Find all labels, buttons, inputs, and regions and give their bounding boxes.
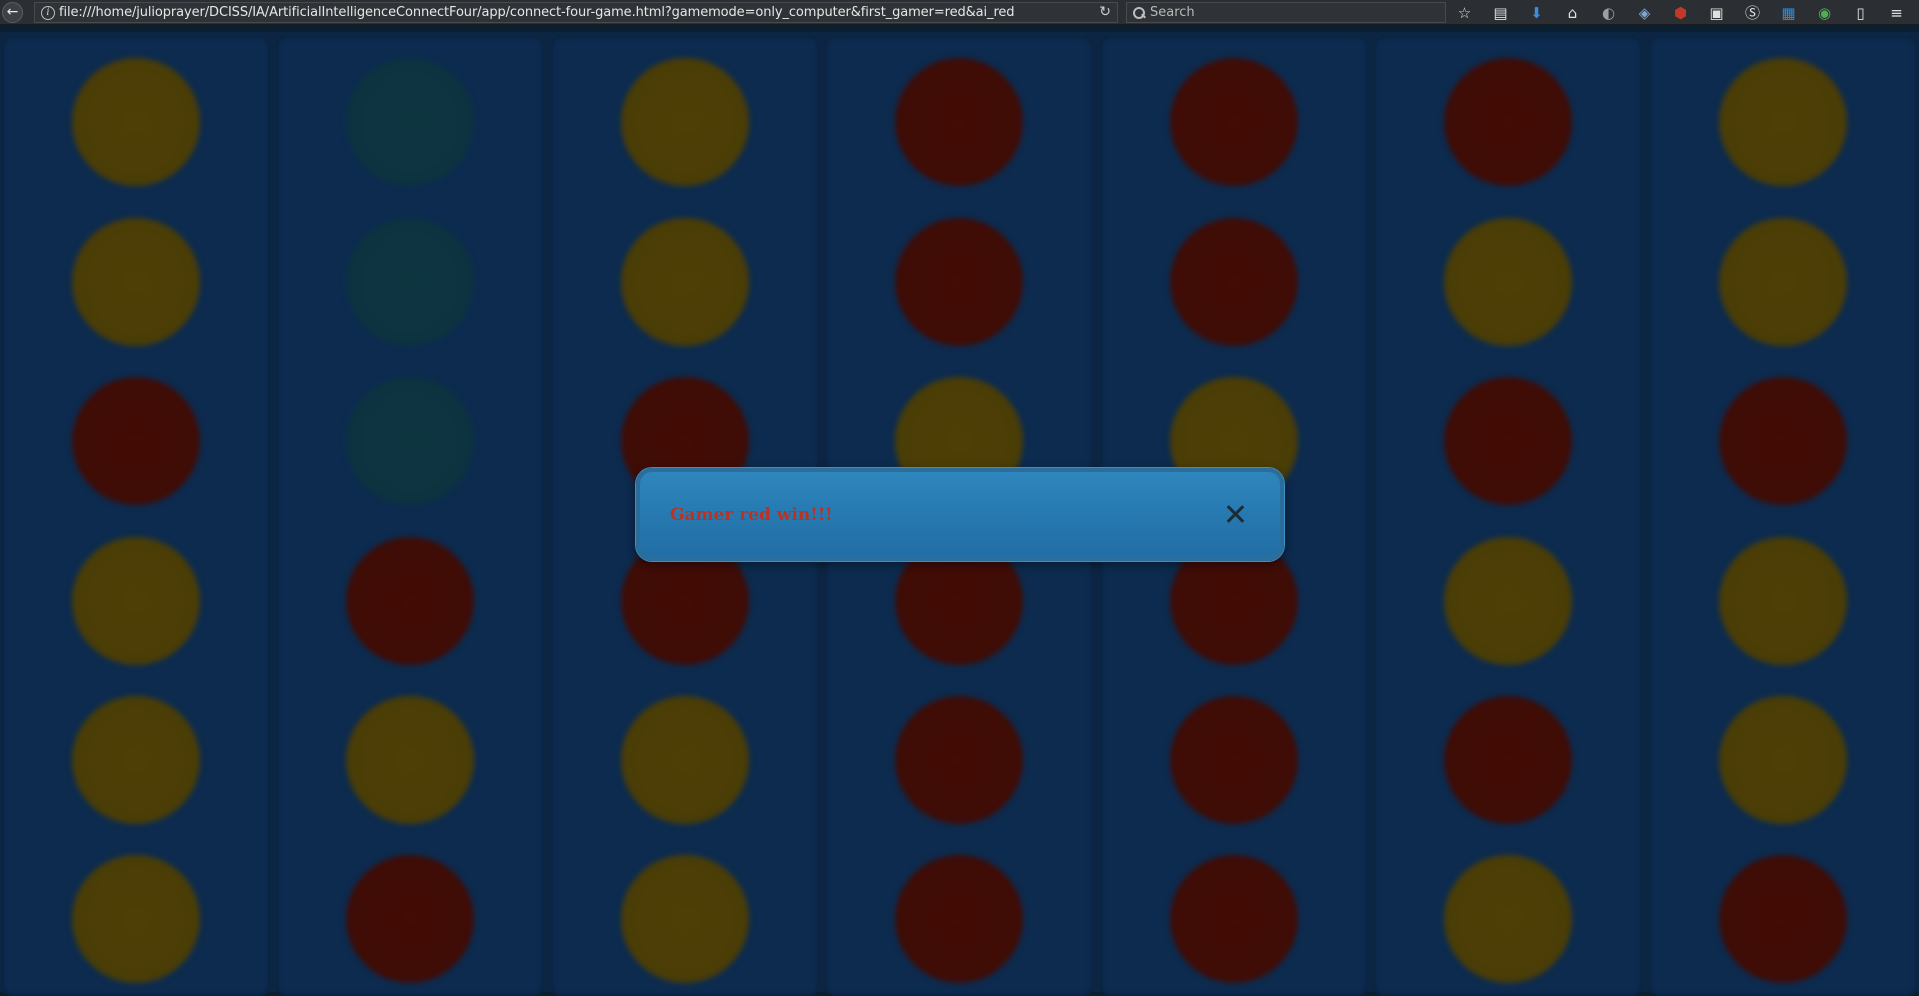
board-column[interactable]	[2, 36, 270, 996]
red-disc	[895, 218, 1023, 346]
empty-slot	[346, 58, 474, 186]
info-icon[interactable]: i	[41, 5, 55, 20]
download-icon[interactable]: ⬇	[1526, 2, 1547, 23]
red-disc	[1444, 696, 1572, 824]
red-disc	[1444, 58, 1572, 186]
search-icon	[1132, 6, 1146, 20]
yellow-disc	[1444, 218, 1572, 346]
red-disc	[346, 537, 474, 665]
red-disc	[895, 58, 1023, 186]
red-disc	[1170, 855, 1298, 983]
yellow-disc	[1719, 537, 1847, 665]
reload-icon[interactable]: ↻	[1099, 4, 1111, 20]
extension-icon[interactable]: ◐	[1598, 2, 1619, 23]
red-disc	[1444, 377, 1572, 505]
url-text[interactable]: file:///home/julioprayer/DCISS/IA/Artifi…	[59, 5, 1089, 20]
toolbar-icons: ☆ ▤ ⬇ ⌂ ◐ ◈ ⬢ ▣ Ⓢ ▦ ◉ ▯ ≡	[1454, 2, 1919, 23]
yellow-disc	[621, 218, 749, 346]
close-icon[interactable]	[1223, 502, 1247, 526]
board-column[interactable]	[1649, 36, 1917, 996]
yellow-disc	[1719, 58, 1847, 186]
ublock-icon[interactable]: ⬢	[1670, 2, 1691, 23]
yellow-disc	[621, 58, 749, 186]
menu-icon[interactable]: ≡	[1886, 2, 1907, 23]
red-disc	[1170, 696, 1298, 824]
yellow-disc	[72, 696, 200, 824]
empty-slot	[346, 377, 474, 505]
search-bar[interactable]	[1126, 2, 1446, 23]
reading-list-icon[interactable]: ▤	[1490, 2, 1511, 23]
yellow-disc	[1719, 218, 1847, 346]
win-dialog: Gamer red win!!!	[636, 468, 1284, 561]
yellow-disc	[72, 855, 200, 983]
yellow-disc	[346, 696, 474, 824]
red-disc	[895, 696, 1023, 824]
board-column[interactable]	[1374, 36, 1642, 996]
back-button[interactable]: ←	[0, 0, 25, 25]
browser-toolbar: ← i file:///home/julioprayer/DCISS/IA/Ar…	[0, 0, 1919, 25]
board-column[interactable]	[276, 36, 544, 996]
s-extension-icon[interactable]: ▦	[1778, 2, 1799, 23]
yellow-disc	[72, 218, 200, 346]
red-disc	[1170, 218, 1298, 346]
win-message: Gamer red win!!!	[670, 505, 833, 525]
red-disc	[1719, 855, 1847, 983]
red-disc	[72, 377, 200, 505]
empty-slot	[346, 218, 474, 346]
red-disc	[1170, 58, 1298, 186]
red-disc	[346, 855, 474, 983]
yellow-disc	[1444, 537, 1572, 665]
sync-icon[interactable]: ◉	[1814, 2, 1835, 23]
red-disc	[1719, 377, 1847, 505]
yellow-disc	[621, 855, 749, 983]
search-input[interactable]	[1150, 5, 1440, 20]
page-icon[interactable]: ▯	[1850, 2, 1871, 23]
star-icon[interactable]: ☆	[1454, 2, 1475, 23]
yellow-disc	[72, 537, 200, 665]
s-extension-icon[interactable]: Ⓢ	[1742, 2, 1763, 23]
extension-icon[interactable]: ◈	[1634, 2, 1655, 23]
yellow-disc	[1719, 696, 1847, 824]
image-icon[interactable]: ▣	[1706, 2, 1727, 23]
yellow-disc	[1444, 855, 1572, 983]
yellow-disc	[72, 58, 200, 186]
red-disc	[895, 855, 1023, 983]
url-bar[interactable]: i file:///home/julioprayer/DCISS/IA/Arti…	[34, 2, 1118, 23]
home-icon[interactable]: ⌂	[1562, 2, 1583, 23]
yellow-disc	[621, 696, 749, 824]
back-arrow-icon: ←	[2, 1, 23, 23]
